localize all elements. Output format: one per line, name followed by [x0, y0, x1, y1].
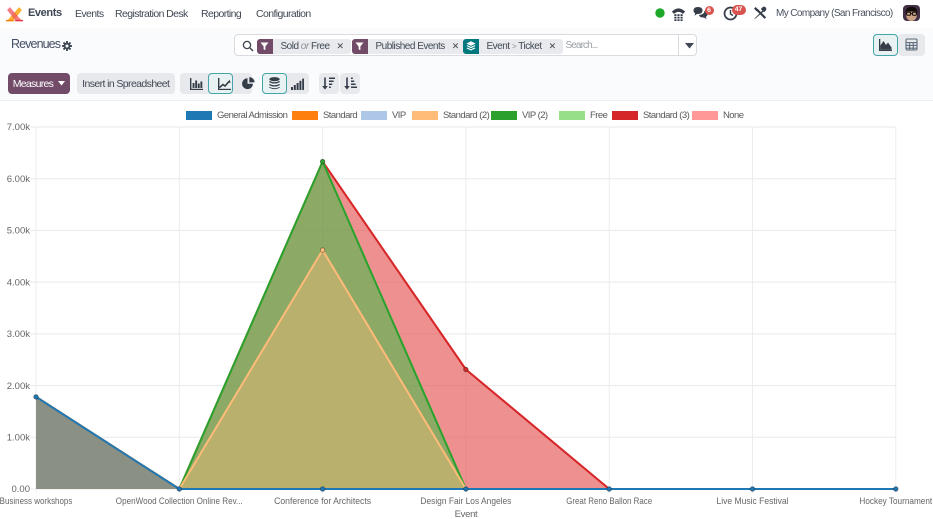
svg-text:Live Music Festival: Live Music Festival [717, 496, 789, 507]
svg-text:Great Reno Ballon Race: Great Reno Ballon Race [566, 496, 652, 507]
svg-text:Hockey Tournament: Hockey Tournament [859, 496, 932, 507]
svg-text:OpenWood Collection Online Rev: OpenWood Collection Online Rev... [116, 496, 243, 507]
svg-text:4.00k: 4.00k [7, 277, 30, 288]
svg-text:2.00k: 2.00k [7, 381, 30, 392]
svg-text:Design Fair Los Angeles: Design Fair Los Angeles [420, 496, 511, 507]
svg-text:6.00k: 6.00k [7, 174, 30, 185]
svg-text:7.00k: 7.00k [7, 122, 30, 133]
svg-text:Conference for Architects: Conference for Architects [274, 496, 371, 507]
svg-text:Business workshops: Business workshops [0, 496, 73, 507]
svg-text:0.00: 0.00 [12, 484, 31, 495]
svg-text:3.00k: 3.00k [7, 329, 30, 340]
svg-text:1.00k: 1.00k [7, 433, 30, 444]
svg-text:Event: Event [455, 509, 478, 519]
svg-text:5.00k: 5.00k [7, 226, 30, 237]
